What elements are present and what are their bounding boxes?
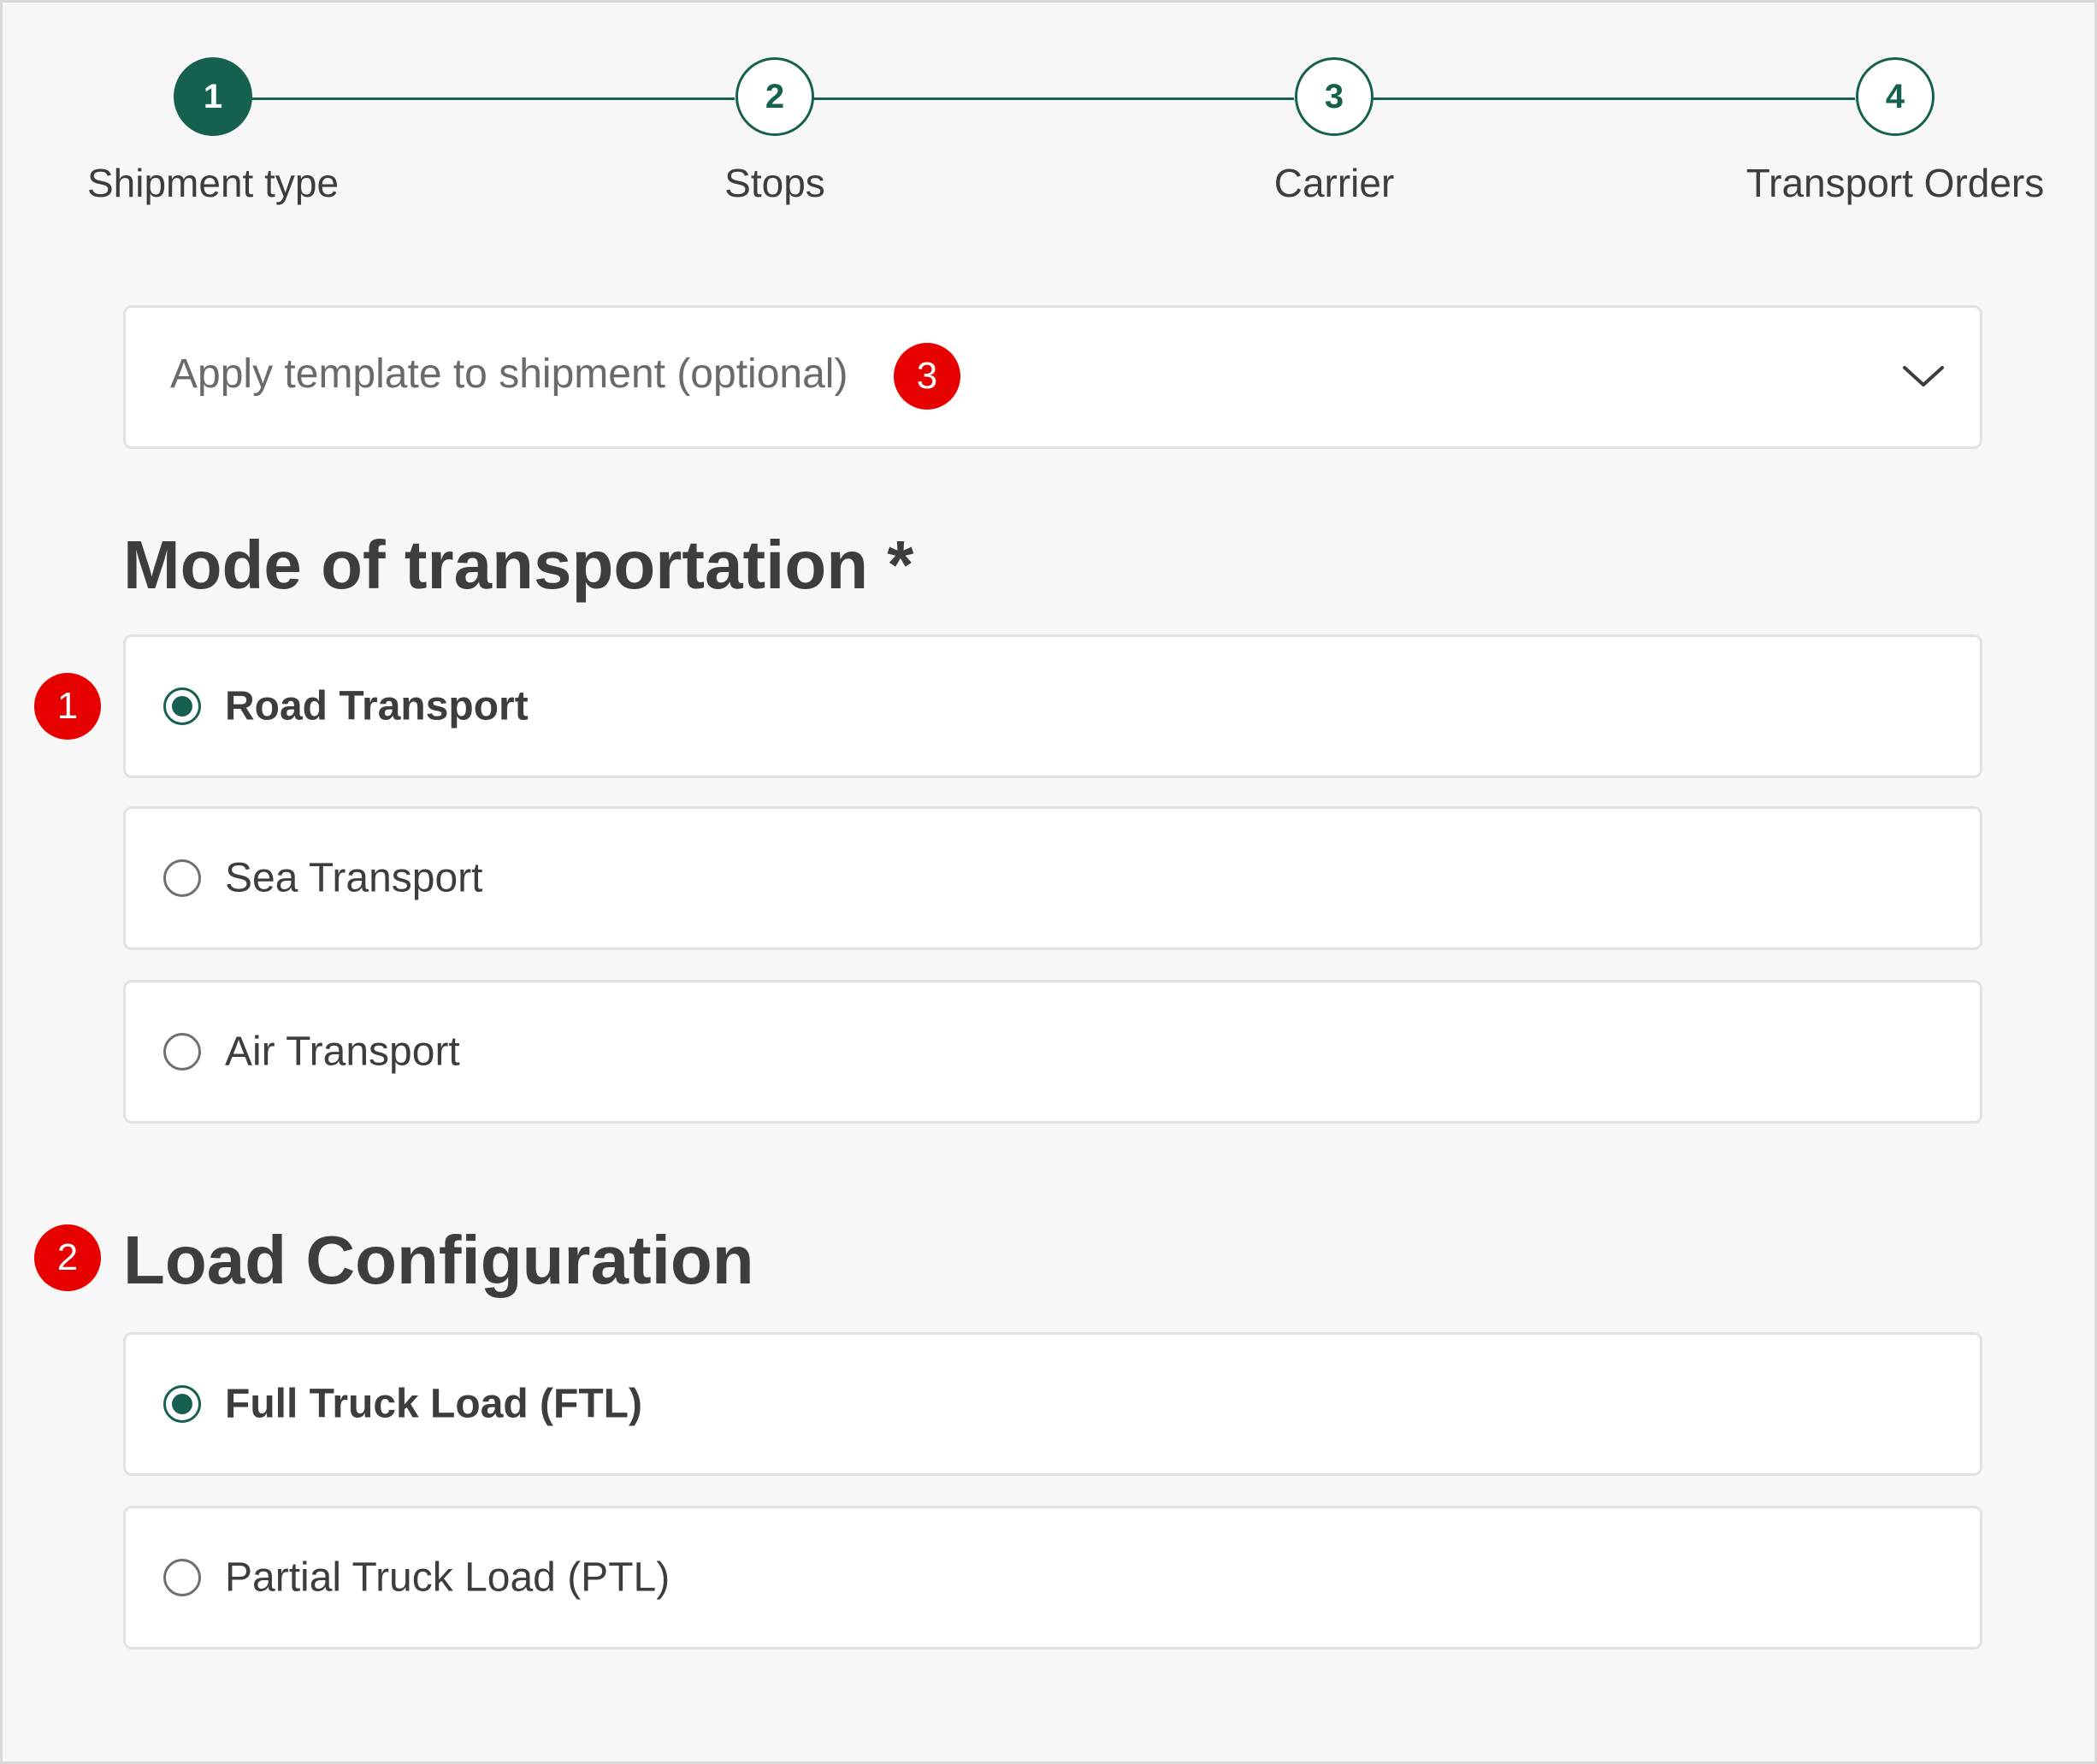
template-dropdown[interactable]: Apply template to shipment (optional) (123, 305, 1982, 449)
option-sea-transport[interactable]: Sea Transport (123, 806, 1982, 950)
template-placeholder: Apply template to shipment (optional) (170, 351, 848, 397)
step-label: Carrier (1273, 161, 1395, 205)
option-partial-truck-load[interactable]: Partial Truck Load (PTL) (123, 1506, 1982, 1649)
callout-badge-3: 3 (894, 343, 960, 410)
stepper: 1 Shipment type 2 Stops 3 Carrier 4 Tran… (3, 3, 2094, 259)
radio-unchecked[interactable] (163, 859, 201, 897)
step-number: 3 (1295, 57, 1373, 136)
option-air-transport[interactable]: Air Transport (123, 980, 1982, 1124)
option-road-transport[interactable]: Road Transport (123, 634, 1982, 778)
step-label: Transport Orders (1746, 161, 2045, 205)
radio-unchecked[interactable] (163, 1033, 201, 1071)
callout-badge-1: 1 (34, 673, 101, 740)
option-label: Partial Truck Load (PTL) (225, 1555, 670, 1601)
mode-of-transportation-heading: Mode of transportation * (123, 527, 914, 603)
radio-checked[interactable] (163, 1385, 201, 1423)
step-number: 4 (1856, 57, 1935, 136)
callout-badge-2: 2 (34, 1224, 101, 1291)
option-full-truck-load[interactable]: Full Truck Load (FTL) (123, 1332, 1982, 1476)
option-label: Full Truck Load (FTL) (225, 1381, 642, 1427)
step-number: 2 (735, 57, 814, 136)
step-connector (812, 97, 1294, 100)
radio-unchecked[interactable] (163, 1559, 201, 1596)
option-label: Sea Transport (225, 855, 483, 901)
step-label: Shipment type (86, 161, 340, 205)
step-label: Stops (724, 161, 825, 205)
load-configuration-heading: Load Configuration (123, 1222, 754, 1298)
shipment-wizard: 1 Shipment type 2 Stops 3 Carrier 4 Tran… (0, 0, 2097, 1764)
step-connector (213, 97, 735, 100)
option-label: Air Transport (225, 1029, 460, 1075)
step-number: 1 (174, 57, 252, 136)
chevron-down-icon (1903, 366, 1944, 386)
radio-checked[interactable] (163, 687, 201, 725)
option-label: Road Transport (225, 683, 529, 729)
step-connector (1371, 97, 1855, 100)
